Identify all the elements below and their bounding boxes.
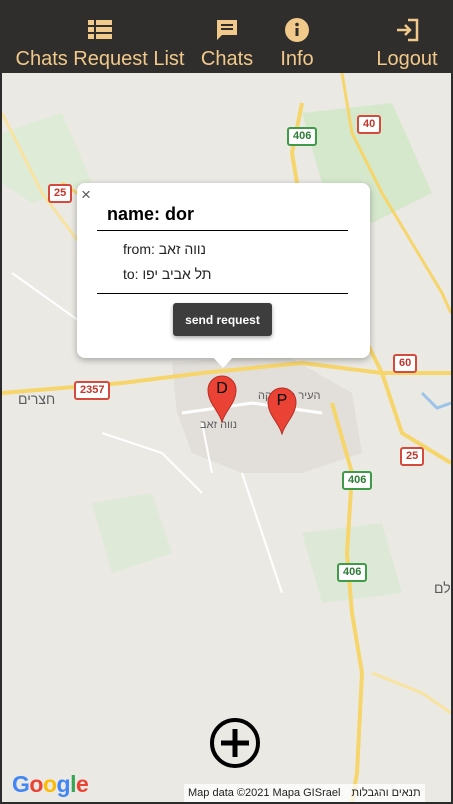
info-window-pointer bbox=[212, 356, 234, 368]
road-shield: 406 bbox=[342, 471, 373, 490]
terms-link[interactable]: תנאים והגבלות bbox=[351, 787, 420, 799]
road-shield: 60 bbox=[393, 354, 418, 373]
to-value: תל אביב יפו bbox=[142, 266, 212, 282]
road-shield: 406 bbox=[337, 563, 368, 582]
send-request-button[interactable]: send request bbox=[173, 303, 272, 336]
top-nav-bar: Chats Request List Chats Info Logout bbox=[0, 0, 453, 73]
divider bbox=[97, 293, 348, 294]
map-marker-p[interactable]: P bbox=[266, 385, 298, 436]
road-shield: 40 bbox=[357, 115, 382, 134]
marker-letter: P bbox=[276, 392, 288, 409]
map-attribution: Map data ©2021 Mapa GISrael תנאים והגבלו… bbox=[184, 784, 425, 802]
close-icon[interactable]: × bbox=[81, 185, 91, 205]
road-shield: 25 bbox=[400, 447, 425, 466]
road-shield: 406 bbox=[287, 127, 318, 146]
attribution-text: Map data ©2021 Mapa GISrael bbox=[188, 787, 341, 799]
google-logo: Google bbox=[12, 771, 89, 797]
popup-from: from: נווה זאב bbox=[123, 241, 206, 257]
to-label: to: bbox=[123, 266, 139, 282]
logout-icon bbox=[395, 18, 419, 42]
from-value: נווה זאב bbox=[158, 241, 206, 257]
popup-to: to: תל אביב יפו bbox=[123, 266, 211, 282]
nav-chats[interactable]: Chats bbox=[196, 0, 258, 73]
info-window: × name: dor from: נווה זאב to: תל אביב י… bbox=[77, 183, 370, 358]
chat-icon bbox=[215, 18, 239, 42]
nav-label: Chats bbox=[200, 48, 254, 70]
place-label: לם bbox=[434, 580, 451, 596]
popup-name: name: dor bbox=[107, 204, 195, 224]
road-shield: 25 bbox=[48, 184, 73, 203]
list-icon bbox=[88, 18, 112, 42]
info-icon bbox=[285, 18, 309, 42]
map-marker-d[interactable]: D bbox=[206, 373, 238, 424]
plus-circle-icon[interactable] bbox=[208, 716, 262, 770]
nav-info[interactable]: Info bbox=[276, 0, 318, 73]
place-label: חצרים bbox=[18, 391, 56, 407]
from-label: from: bbox=[123, 241, 155, 257]
nav-label: Chats Request List bbox=[15, 48, 185, 70]
divider bbox=[97, 230, 348, 231]
marker-letter: D bbox=[216, 380, 228, 397]
nav-chats-request-list[interactable]: Chats Request List bbox=[14, 0, 186, 73]
nav-logout[interactable]: Logout bbox=[374, 0, 440, 73]
nav-label: Info bbox=[280, 48, 314, 70]
road-shield: 2357 bbox=[74, 381, 111, 400]
nav-label: Logout bbox=[376, 48, 438, 70]
